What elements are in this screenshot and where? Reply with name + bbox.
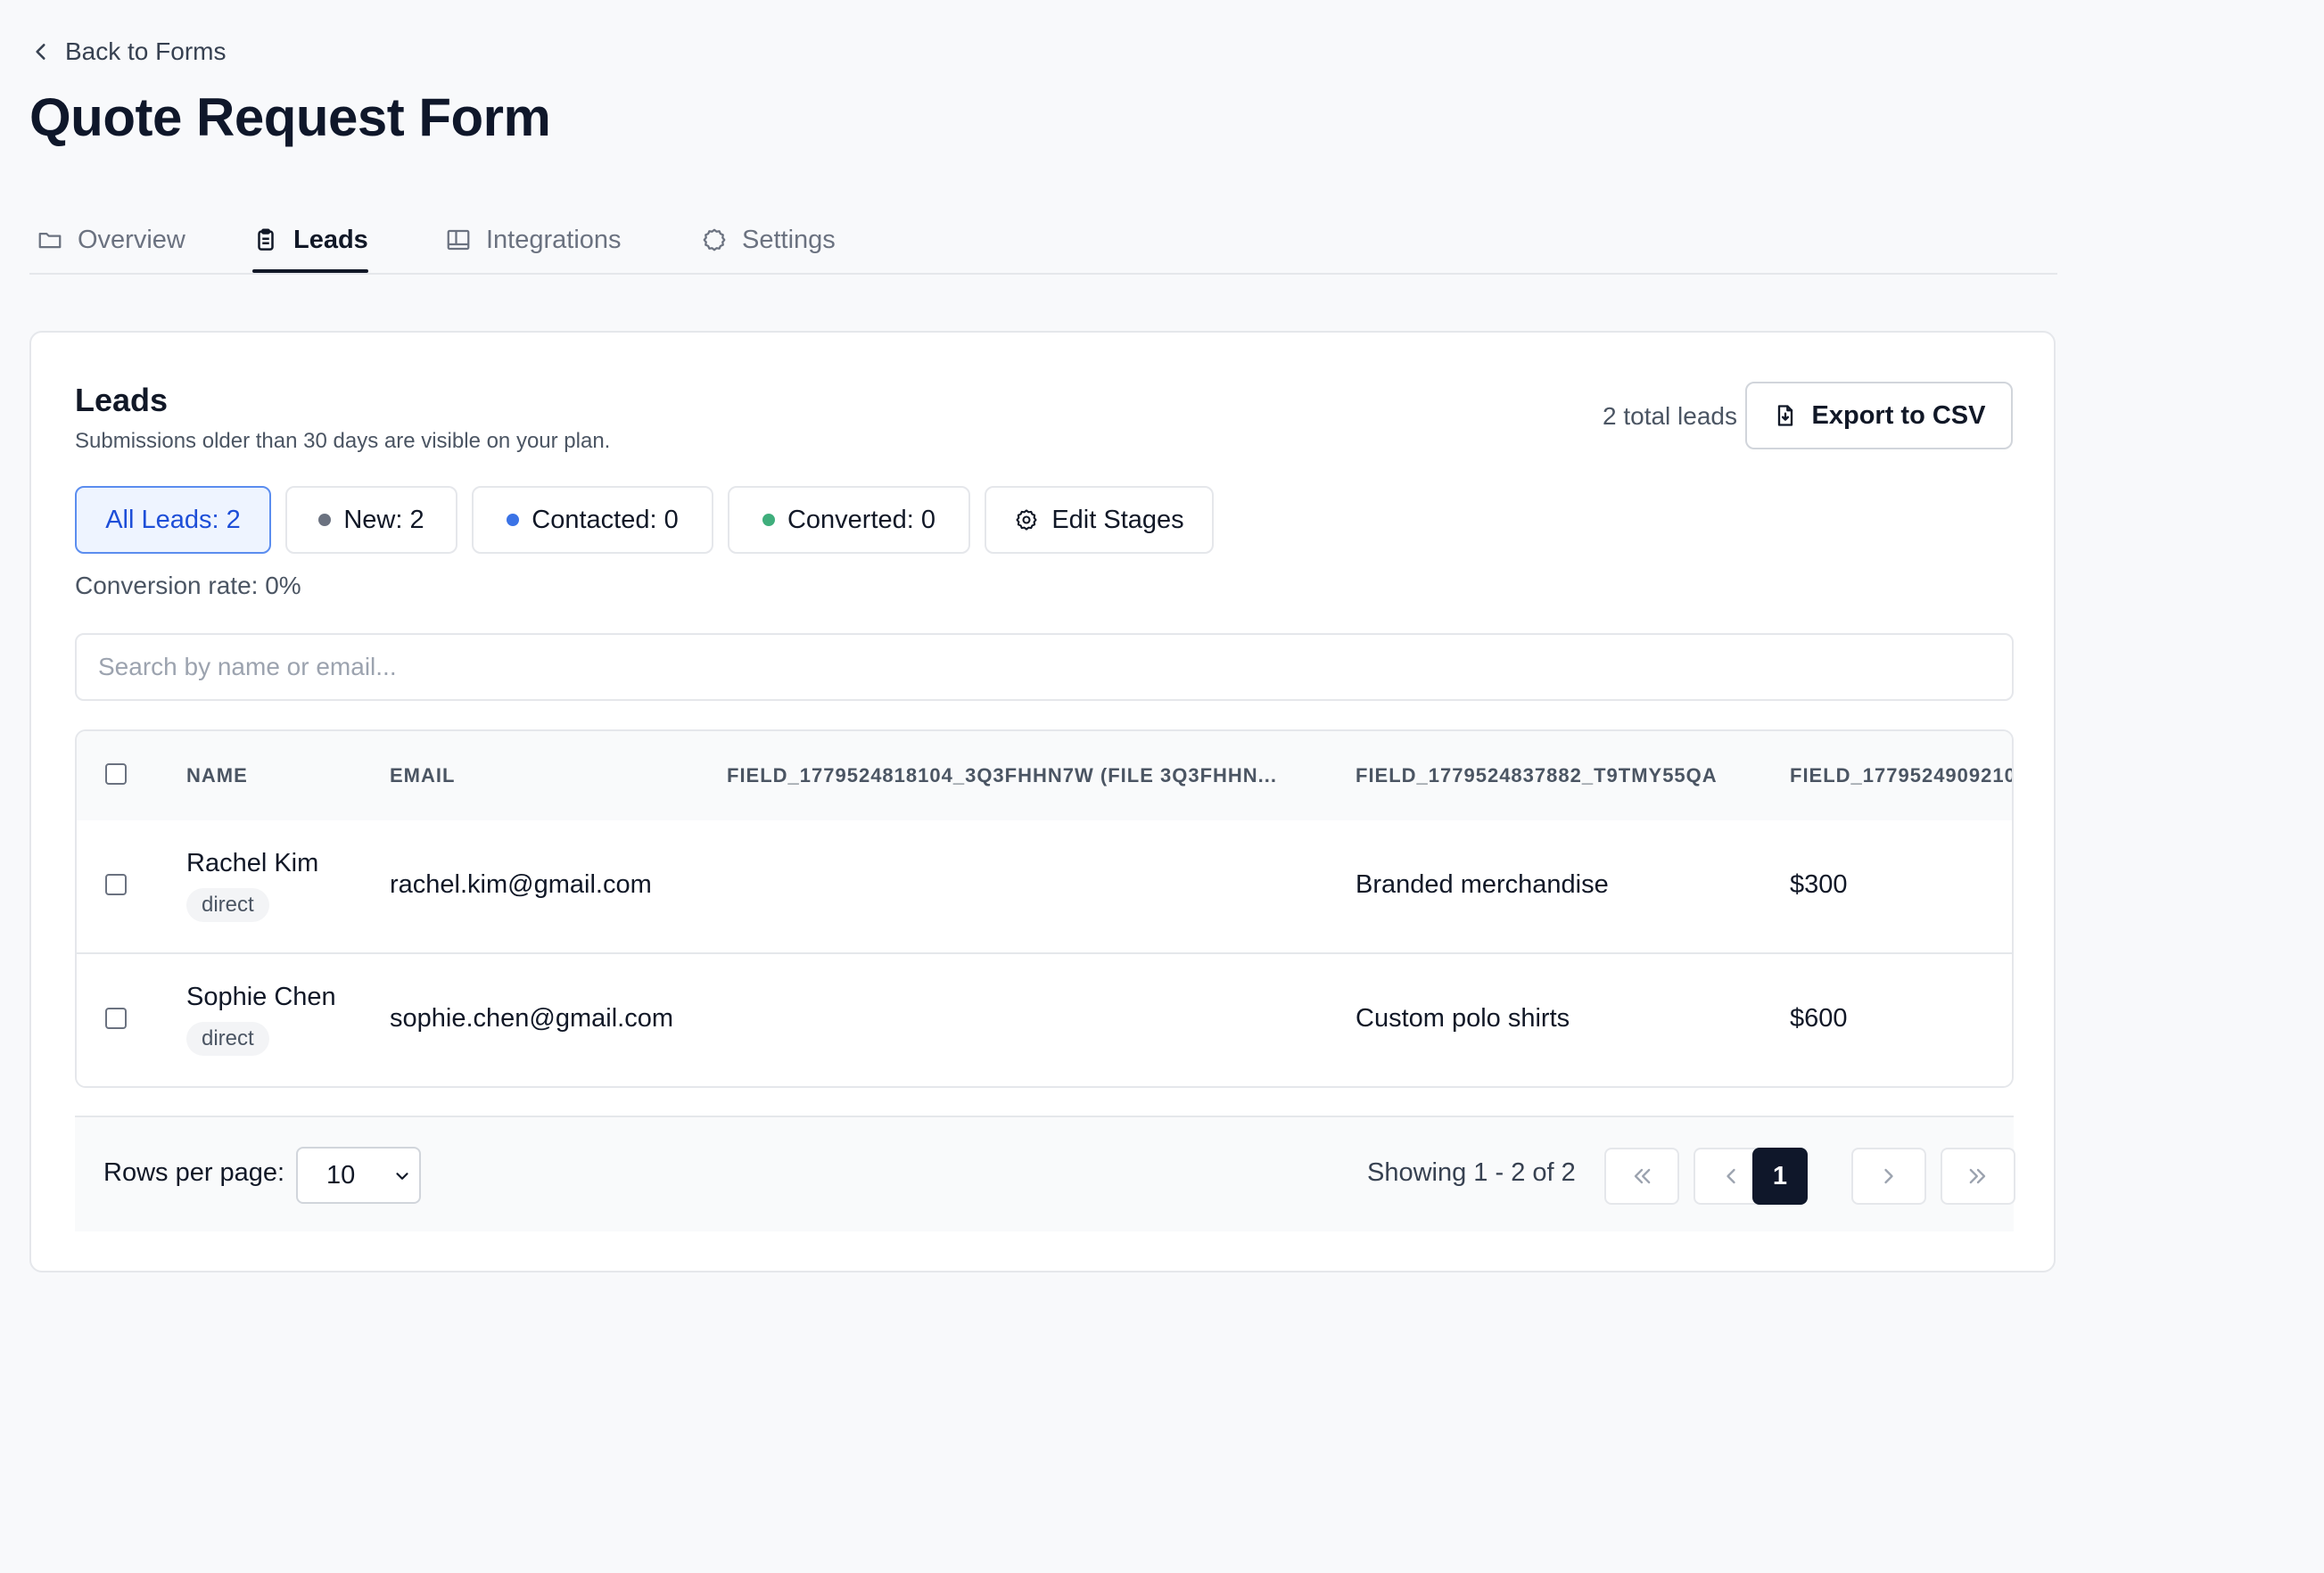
chevron-left-icon <box>1727 1168 1735 1184</box>
pagination-bar: Rows per page: 10 Showing 1 - 2 of 2 1 <box>75 1116 2015 1231</box>
tab-label: Settings <box>742 225 836 254</box>
row-checkbox[interactable] <box>105 1008 127 1029</box>
stage-chip-all-leads[interactable]: All Leads: 2 <box>75 486 271 554</box>
tab-integrations[interactable]: Integrations <box>445 210 622 269</box>
layout-icon <box>447 229 470 251</box>
stage-dot-icon <box>762 514 775 526</box>
select-all-checkbox[interactable] <box>105 763 127 785</box>
table-header: NAME EMAIL FIELD_1779524818104_3Q3FHHN7W… <box>77 731 2012 822</box>
lead-budget-field: $600 <box>1790 1004 1848 1033</box>
leads-card-subtitle: Submissions older than 30 days are visib… <box>75 429 611 453</box>
chip-label: Contacted: 0 <box>532 505 679 534</box>
clipboard-icon <box>258 228 274 251</box>
chip-label: All Leads: 2 <box>105 505 241 534</box>
tab-label: Leads <box>293 225 368 254</box>
tab-overview[interactable]: Overview <box>37 210 185 269</box>
chevrons-right-icon <box>1969 1168 1986 1184</box>
column-header-name[interactable]: NAME <box>186 731 248 820</box>
table-row[interactable]: Rachel Kim direct rachel.kim@gmail.com B… <box>77 820 2012 954</box>
stage-dot-icon <box>318 514 332 526</box>
search-input[interactable] <box>75 633 2014 701</box>
chip-label: Converted: 0 <box>787 505 936 534</box>
tab-bar: Overview Leads Integrations Settings <box>29 210 2057 275</box>
tab-settings[interactable]: Settings <box>701 210 836 269</box>
last-page-button[interactable] <box>1941 1148 2015 1205</box>
column-header-file-field[interactable]: FIELD_1779524818104_3Q3FHHN7W (FILE 3Q3F… <box>727 731 1277 820</box>
rows-per-page-label: Rows per page: <box>103 1158 285 1187</box>
gear-icon <box>703 228 726 251</box>
folder-icon <box>38 233 62 249</box>
table-row[interactable]: Sophie Chen direct sophie.chen@gmail.com… <box>77 954 2012 1086</box>
source-badge: direct <box>186 888 269 922</box>
leads-card: Leads Submissions older than 30 days are… <box>29 331 2056 1272</box>
stage-chip-contacted[interactable]: Contacted: 0 <box>472 486 713 554</box>
export-label: Export to CSV <box>1811 400 1986 430</box>
showing-range: Showing 1 - 2 of 2 <box>1367 1158 1576 1187</box>
first-page-button[interactable] <box>1604 1148 1679 1205</box>
chevrons-left-icon <box>1634 1168 1651 1184</box>
page: Back to Forms Quote Request Form Overvie… <box>0 0 2324 1573</box>
chevron-down-icon <box>396 1173 408 1180</box>
export-csv-button[interactable]: Export to CSV <box>1745 382 2013 449</box>
back-link-label: Back to Forms <box>65 37 227 65</box>
source-badge: direct <box>186 1022 269 1056</box>
gear-icon <box>1016 509 1037 531</box>
stage-dot-icon <box>507 514 520 526</box>
column-header-budget-field[interactable]: FIELD_1779524909210 <box>1790 731 2012 820</box>
lead-email: sophie.chen@gmail.com <box>390 1004 673 1033</box>
page-button-current[interactable]: 1 <box>1752 1148 1808 1205</box>
back-to-forms-link[interactable]: Back to Forms <box>29 34 226 70</box>
stage-chip-new[interactable]: New: 2 <box>285 486 457 554</box>
lead-email: rachel.kim@gmail.com <box>390 870 652 899</box>
tab-leads[interactable]: Leads <box>252 210 368 273</box>
chip-label: Edit Stages <box>1051 505 1184 534</box>
stage-chip-converted[interactable]: Converted: 0 <box>728 486 970 554</box>
leads-table: NAME EMAIL FIELD_1779524818104_3Q3FHHN7W… <box>75 729 2014 1088</box>
total-leads-count: 2 total leads <box>1603 402 1737 430</box>
lead-budget-field: $300 <box>1790 870 1848 899</box>
column-header-product-field[interactable]: FIELD_1779524837882_T9TMY55QA <box>1356 731 1718 820</box>
file-download-icon <box>1777 405 1792 426</box>
page-title: Quote Request Form <box>29 87 551 147</box>
lead-name: Sophie Chen <box>186 983 336 1011</box>
rows-per-page-select[interactable]: 10 <box>296 1147 421 1204</box>
lead-product-field: Branded merchandise <box>1356 870 1609 899</box>
edit-stages-button[interactable]: Edit Stages <box>985 486 1214 554</box>
tab-label: Overview <box>78 225 185 254</box>
chevron-right-icon <box>1884 1168 1893 1184</box>
next-page-button[interactable] <box>1851 1148 1926 1205</box>
chevron-left-icon <box>36 44 45 60</box>
rows-per-page-value: 10 <box>326 1160 356 1190</box>
leads-card-title: Leads <box>75 382 169 418</box>
column-header-email[interactable]: EMAIL <box>390 731 455 820</box>
conversion-rate: Conversion rate: 0% <box>75 572 301 599</box>
lead-product-field: Custom polo shirts <box>1356 1004 1570 1033</box>
lead-name: Rachel Kim <box>186 849 319 877</box>
chip-label: New: 2 <box>343 505 424 534</box>
tab-label: Integrations <box>486 225 622 254</box>
row-checkbox[interactable] <box>105 874 127 895</box>
